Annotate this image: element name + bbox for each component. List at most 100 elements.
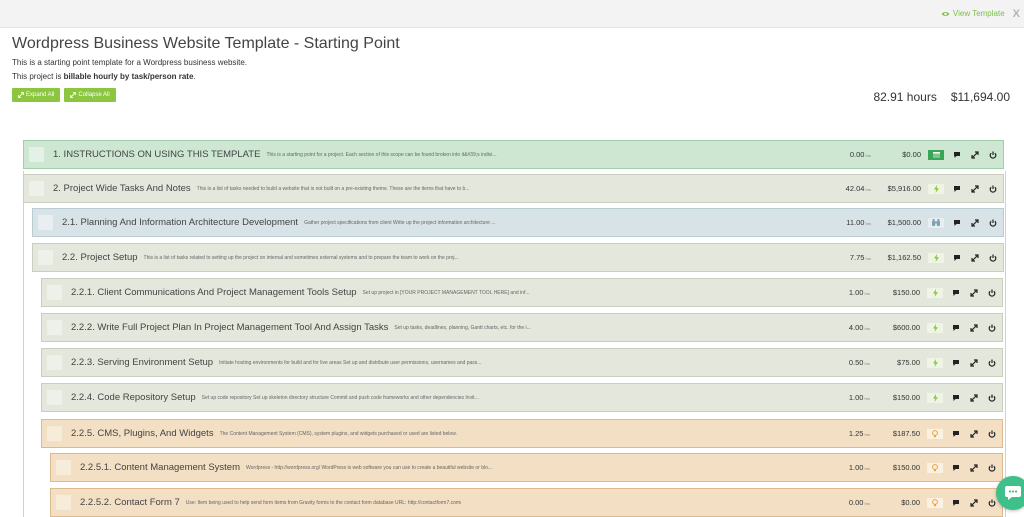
row-comment-button[interactable] bbox=[952, 253, 962, 263]
row-name: 2.2.4. Code Repository Setup bbox=[71, 392, 196, 403]
lightbulb-icon bbox=[932, 429, 938, 437]
row-comment-button[interactable] bbox=[951, 393, 961, 403]
row-description: Set up project in [YOUR PROJECT MANAGEME… bbox=[362, 289, 530, 296]
row-hours-unit: hrs bbox=[865, 153, 871, 158]
row-power-button[interactable] bbox=[987, 393, 997, 403]
lightning-icon bbox=[932, 358, 938, 367]
row-amount: $187.50 bbox=[892, 429, 920, 438]
row-comment-button[interactable] bbox=[951, 288, 961, 298]
row-status[interactable] bbox=[927, 462, 943, 473]
row-expand-button[interactable] bbox=[970, 150, 980, 160]
row-status[interactable] bbox=[927, 497, 943, 508]
close-icon[interactable]: X bbox=[1013, 8, 1020, 20]
row-comment-button[interactable] bbox=[951, 323, 961, 333]
row-comment-button[interactable] bbox=[951, 463, 961, 473]
project-description: This is a starting point template for a … bbox=[12, 58, 248, 67]
row-select-checkbox[interactable] bbox=[47, 285, 62, 300]
row-status[interactable] bbox=[927, 322, 943, 333]
row-power-button[interactable] bbox=[987, 358, 997, 368]
row-meta: 1.00hrs $150.00 bbox=[849, 454, 1002, 481]
row-comment-button[interactable] bbox=[952, 184, 962, 194]
row-select-checkbox[interactable] bbox=[47, 426, 62, 441]
row-select-checkbox[interactable] bbox=[29, 181, 44, 196]
collapse-all-button[interactable]: Collapse All bbox=[64, 88, 116, 102]
row-name: 2.2.1. Client Communications And Project… bbox=[71, 287, 357, 298]
row-select-checkbox[interactable] bbox=[47, 390, 62, 405]
row-status[interactable] bbox=[928, 149, 944, 160]
comment-icon bbox=[953, 430, 959, 437]
row-comment-button[interactable] bbox=[952, 150, 962, 160]
row-expand-button[interactable] bbox=[969, 358, 979, 368]
scope-row[interactable]: 2.2.5.1. Content Management System Wordp… bbox=[50, 453, 1003, 482]
row-hours: 0.00hrs bbox=[849, 498, 870, 507]
row-select-checkbox[interactable] bbox=[29, 147, 44, 162]
row-expand-button[interactable] bbox=[970, 218, 980, 228]
row-expand-button[interactable] bbox=[970, 184, 980, 194]
row-status[interactable] bbox=[927, 428, 943, 439]
row-select-checkbox[interactable] bbox=[56, 495, 71, 510]
expand-arrows-icon bbox=[970, 288, 978, 297]
row-select-checkbox[interactable] bbox=[47, 320, 62, 335]
row-select-checkbox[interactable] bbox=[38, 250, 53, 265]
scope-row[interactable]: 2.2.1. Client Communications And Project… bbox=[41, 278, 1003, 307]
collapse-icon bbox=[70, 92, 77, 98]
expand-arrows-icon bbox=[970, 463, 978, 472]
row-status[interactable] bbox=[928, 252, 944, 263]
row-power-button[interactable] bbox=[988, 253, 998, 263]
chat-button[interactable] bbox=[996, 476, 1024, 510]
row-expand-button[interactable] bbox=[969, 393, 979, 403]
view-template-link[interactable]: View Template bbox=[941, 9, 1005, 18]
row-status[interactable] bbox=[928, 183, 944, 194]
row-comment-button[interactable] bbox=[951, 429, 961, 439]
row-expand-button[interactable] bbox=[969, 498, 979, 508]
scope-row[interactable]: 2.2.5.2. Contact Form 7 Use: Item being … bbox=[50, 488, 1003, 517]
row-power-button[interactable] bbox=[987, 323, 997, 333]
comment-icon bbox=[954, 254, 960, 261]
row-status[interactable] bbox=[928, 217, 944, 228]
row-power-button[interactable] bbox=[987, 498, 997, 508]
row-expand-button[interactable] bbox=[969, 463, 979, 473]
expand-all-button[interactable]: Expand All bbox=[12, 88, 61, 102]
row-comment-button[interactable] bbox=[951, 358, 961, 368]
scope-row[interactable]: 2.2. Project Setup This is a list of tas… bbox=[32, 243, 1004, 272]
row-meta: 42.04hrs $5,916.00 bbox=[846, 175, 1003, 202]
row-description: The Content Management System (CMS), sys… bbox=[219, 430, 457, 437]
row-amount: $1,162.50 bbox=[887, 253, 921, 262]
scope-row[interactable]: 2.1. Planning And Information Architectu… bbox=[32, 208, 1004, 237]
row-select-checkbox[interactable] bbox=[56, 460, 71, 475]
row-power-button[interactable] bbox=[988, 150, 998, 160]
row-select-checkbox[interactable] bbox=[47, 355, 62, 370]
scope-row[interactable]: 2.2.3. Serving Environment Setup Initiat… bbox=[41, 348, 1003, 377]
row-power-button[interactable] bbox=[987, 429, 997, 439]
comment-icon bbox=[953, 359, 959, 366]
row-comment-button[interactable] bbox=[952, 218, 962, 228]
row-expand-button[interactable] bbox=[969, 323, 979, 333]
scope-row[interactable]: 2. Project Wide Tasks And Notes This is … bbox=[23, 174, 1004, 203]
power-icon bbox=[988, 324, 996, 332]
row-status[interactable] bbox=[927, 392, 943, 403]
scope-row[interactable]: 2.2.5. CMS, Plugins, And Widgets The Con… bbox=[41, 419, 1003, 448]
scope-row[interactable]: 2.2.2. Write Full Project Plan In Projec… bbox=[41, 313, 1003, 342]
view-template-label: View Template bbox=[952, 9, 1005, 18]
scope-row[interactable]: 2.2.4. Code Repository Setup Set up code… bbox=[41, 383, 1003, 412]
row-power-button[interactable] bbox=[988, 184, 998, 194]
scope-row[interactable]: 1. INSTRUCTIONS ON USING THIS TEMPLATE T… bbox=[23, 140, 1004, 169]
row-power-button[interactable] bbox=[988, 218, 998, 228]
row-hours: 42.04hrs bbox=[846, 184, 871, 193]
comment-icon bbox=[953, 394, 959, 401]
row-expand-button[interactable] bbox=[969, 429, 979, 439]
expand-arrows-icon bbox=[971, 184, 979, 193]
row-meta: 1.00hrs $150.00 bbox=[849, 384, 1002, 411]
row-power-button[interactable] bbox=[987, 463, 997, 473]
expand-arrows-icon bbox=[971, 218, 979, 227]
row-description: Set up code repository Set up skeleton d… bbox=[201, 394, 479, 401]
row-status[interactable] bbox=[927, 357, 943, 368]
row-select-checkbox[interactable] bbox=[38, 215, 53, 230]
row-expand-button[interactable] bbox=[970, 253, 980, 263]
row-comment-button[interactable] bbox=[951, 498, 961, 508]
row-status[interactable] bbox=[927, 287, 943, 298]
row-power-button[interactable] bbox=[987, 288, 997, 298]
row-amount: $75.00 bbox=[897, 358, 920, 367]
row-expand-button[interactable] bbox=[969, 288, 979, 298]
power-icon bbox=[988, 499, 996, 507]
